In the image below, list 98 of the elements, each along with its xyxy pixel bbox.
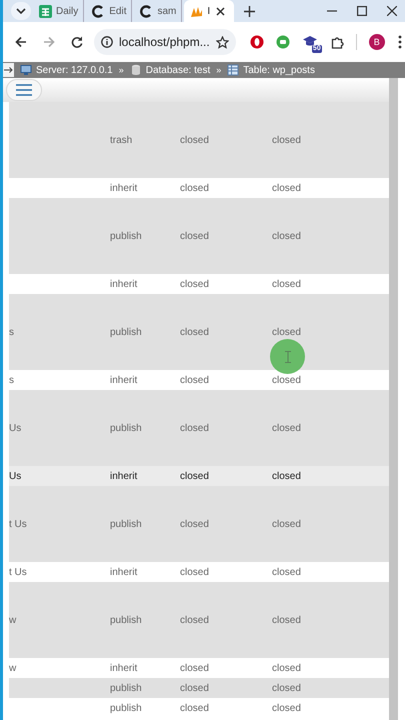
address-bar[interactable]: localhost/phpm... [94,29,236,55]
table-row[interactable]: publish closed closed [9,198,389,274]
table-cell-text: closed [180,230,210,242]
table-cell-text: closed [272,182,302,194]
table-cell-text: closed [272,134,302,146]
table-cell-text: closed [272,566,302,578]
menu-icon [16,84,32,96]
table-cell-text: inherit [110,470,138,482]
tab-title: sam [157,6,176,16]
table-cell-text: closed [180,682,210,694]
table-cell-text: inherit [110,278,138,290]
table-cell-text: inherit [110,374,138,386]
letter-c-icon [92,4,106,18]
breadcrumb-link[interactable]: Database: test [146,64,210,76]
table-cell-text: closed [272,682,302,694]
table-cell-text: Us [9,422,22,434]
graduation-cap-icon[interactable] [302,35,318,47]
table-row[interactable]: publish closed closed [9,678,389,698]
table-cell-text: closed [272,326,302,338]
table-row[interactable]: w publish closed closed [9,582,389,658]
table-cell-text: publish [110,518,143,530]
arrow-right-icon [4,67,13,73]
monitor-icon [20,64,32,76]
table-cell-text: inherit [110,182,138,194]
more-icon[interactable] [398,35,402,49]
tab-title: I [207,6,210,16]
table-row[interactable]: t Us publish closed closed [9,486,389,562]
back-icon[interactable] [15,36,27,48]
table-cell-text: closed [180,422,210,434]
close-icon[interactable] [387,6,397,16]
chevron-down-icon [16,8,26,14]
table-cell-text: w [9,662,18,674]
table-cell-text: closed [180,134,210,146]
table-cell-text: publish [110,230,143,242]
table-cell-text: publish [110,682,143,694]
table-cell-text: publish [110,326,143,338]
table-cell-text: closed [272,278,302,290]
browser-tab[interactable]: I [184,0,234,22]
table-cell-text: t Us [9,566,28,578]
table-row[interactable]: Us inherit closed closed [9,466,389,486]
table-cell-text: trash [110,134,134,146]
puzzle-piece-icon[interactable] [330,36,344,48]
scrollbar[interactable] [389,78,398,720]
tab-title: Edit [109,6,126,16]
maximize-icon[interactable] [357,6,367,16]
table-cell-text: closed [272,614,302,626]
extension-icon[interactable] [250,35,264,49]
table-cell-text: publish [110,422,143,434]
table-cell-text: closed [180,702,210,714]
table-cell-text: closed [180,374,210,386]
close-icon[interactable] [216,6,226,16]
extension-icon[interactable] [276,35,290,49]
table-cell-text: closed [272,470,302,482]
reload-icon[interactable] [71,36,83,48]
table-cell-text: w [9,614,18,626]
table-cell-text: s [9,374,15,386]
menu-button[interactable] [6,79,42,101]
table-cell-text: closed [272,662,302,674]
table-row[interactable]: trash closed closed [9,102,389,178]
table-cell-text: closed [272,422,302,434]
letter-c-icon [140,4,154,18]
plus-icon[interactable] [244,6,256,16]
table-cell-text: closed [180,566,210,578]
table-cell-text: closed [180,278,210,290]
table-cell-text: closed [272,702,302,714]
table-cell-text: inherit [110,662,138,674]
table-cell-text: s [9,326,15,338]
star-icon[interactable] [216,36,229,48]
tab-title: Daily [56,6,78,16]
table-cell-text: closed [180,614,210,626]
breadcrumb-separator: » [216,65,222,75]
spreadsheet-icon [39,4,52,18]
info-icon[interactable] [101,36,113,48]
table-row[interactable]: s publish closed closed [9,294,389,370]
table-cell-text: inherit [110,566,138,578]
profile-avatar[interactable]: B [368,34,385,50]
table-cell-text: t Us [9,518,28,530]
table-cell-text: closed [272,230,302,242]
table-cell-text: publish [110,614,143,626]
table-cell-text: closed [180,518,210,530]
table-icon [227,64,240,76]
table-cell-text: publish [110,702,143,714]
table-cell-text: closed [180,662,210,674]
breadcrumb-link[interactable]: Table: wp_posts [243,64,315,76]
cylinder-icon [130,64,142,76]
text-cursor-icon [284,350,290,362]
tab-search-button[interactable] [11,2,31,20]
collapse-toggle[interactable] [3,63,14,77]
table-cell-text: Us [9,470,22,482]
breadcrumb-link[interactable]: Server: 127.0.0.1 [36,64,113,76]
table-cell-text: closed [272,374,302,386]
table-cell-text: closed [272,518,302,530]
table-cell-text: closed [180,326,210,338]
table-cell-text: closed [180,470,210,482]
table-row[interactable]: Us publish closed closed [9,390,389,466]
url-text: localhost/phpm... [119,35,210,49]
breadcrumb-separator: » [118,65,124,75]
table-cell-text: closed [180,182,210,194]
